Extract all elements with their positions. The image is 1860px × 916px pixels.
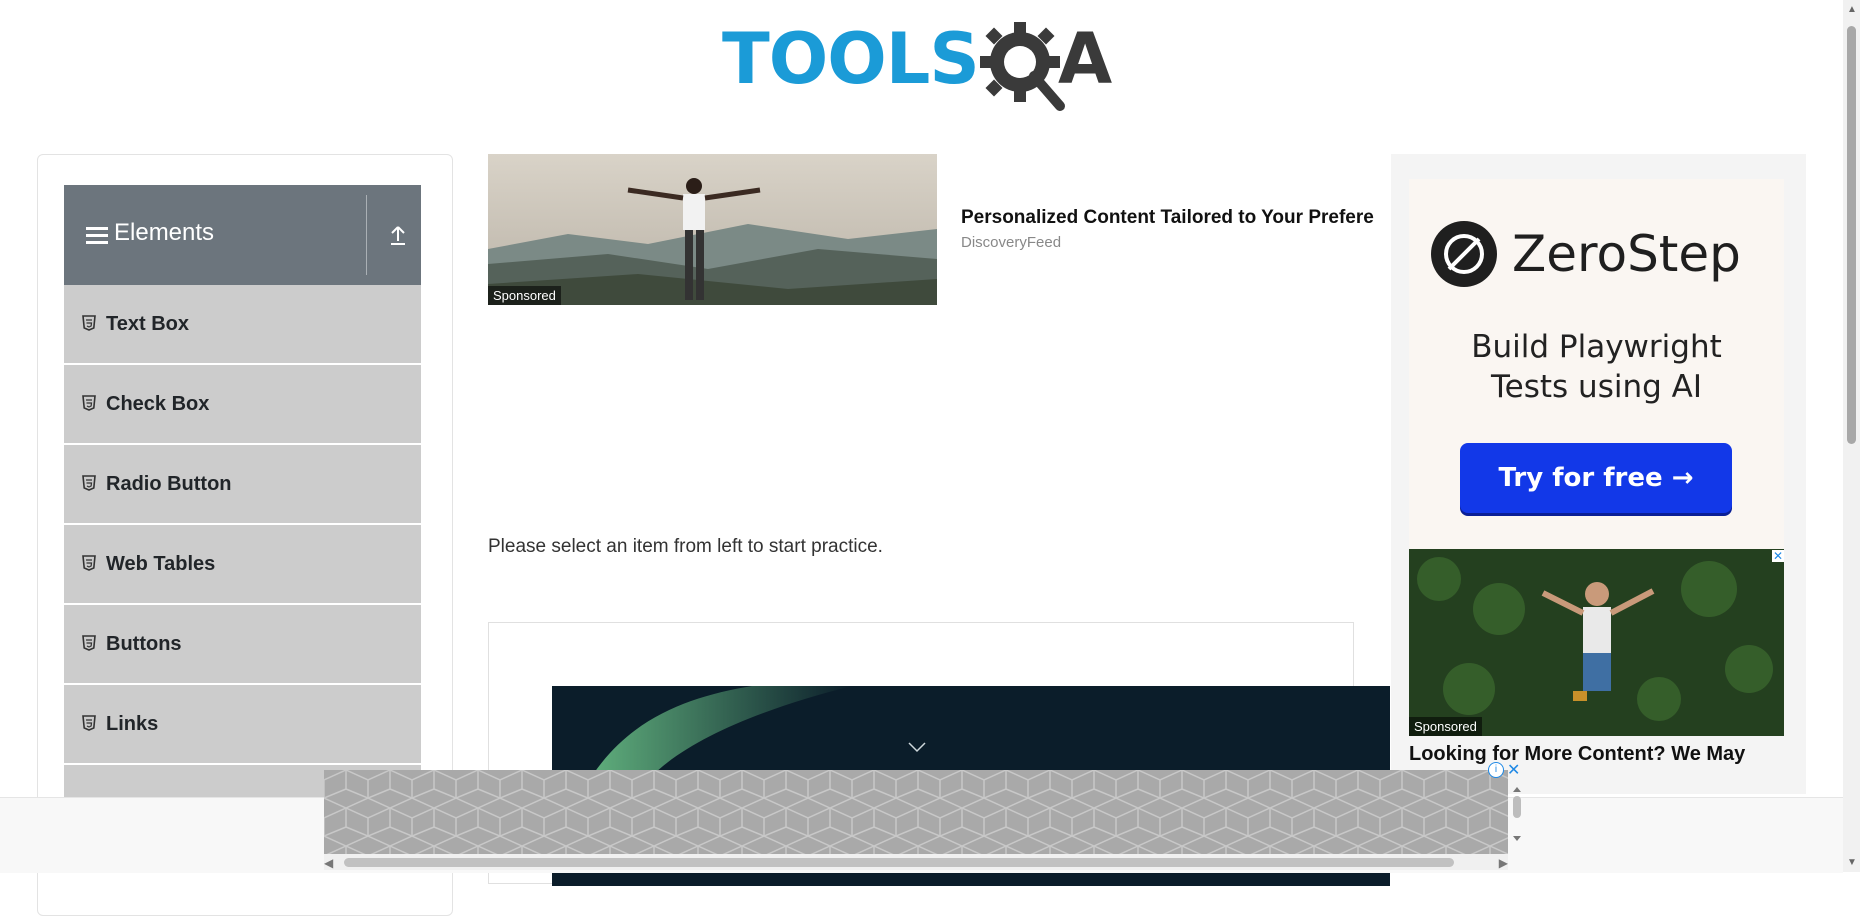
elements-group-header[interactable]: Elements	[64, 185, 421, 285]
sidebar-item-buttons[interactable]: Buttons	[64, 605, 421, 685]
gear-magnifier-icon	[980, 22, 1065, 111]
headline-line-2: Tests using AI	[1491, 369, 1702, 405]
practice-instruction: Please select an item from left to start…	[488, 536, 883, 557]
zerostep-ad[interactable]: ZeroStep Build Playwright Tests using AI…	[1409, 179, 1784, 549]
group-title: Elements	[114, 219, 215, 246]
html5-icon	[82, 315, 96, 331]
sidebar-item-text-box[interactable]: Text Box	[64, 285, 421, 365]
logo-text-tools: TOOLS	[722, 18, 980, 100]
try-for-free-button[interactable]: Try for free →	[1460, 443, 1732, 513]
sponsored-label: Sponsored	[1409, 717, 1482, 736]
sidebar-item-label: Buttons	[106, 633, 182, 655]
header-divider	[366, 195, 367, 275]
scroll-thumb[interactable]	[344, 858, 1454, 867]
logo-text-a: A	[1058, 18, 1113, 100]
bottom-ad-banner[interactable]	[324, 770, 1508, 854]
scroll-down-arrow-icon[interactable]: ▼	[1847, 857, 1857, 868]
sidebar-item-links[interactable]: Links	[64, 685, 421, 765]
sidebar-item-label: Web Tables	[106, 553, 216, 575]
sidebar-item-label: Text Box	[106, 313, 189, 335]
page-scrollbar[interactable]: ▲ ▼	[1843, 0, 1860, 872]
sidebar-item-radio-button[interactable]: Radio Button	[64, 445, 421, 525]
zerostep-logo-icon	[1431, 221, 1497, 287]
collapse-up-icon[interactable]	[386, 223, 410, 247]
ad-source: DiscoveryFeed	[961, 234, 1062, 251]
sidebar-item-label: Check Box	[106, 393, 210, 415]
sponsored-label: Sponsored	[488, 286, 561, 305]
hex-pattern	[324, 770, 1508, 854]
right-ad-image[interactable]: Sponsored	[1409, 549, 1784, 736]
html5-icon	[82, 395, 96, 411]
bottom-ad-horizontal-scrollbar[interactable]: ◀ ▶	[324, 854, 1508, 870]
page-scroll-thumb[interactable]	[1847, 26, 1856, 444]
chevron-down-icon[interactable]	[908, 741, 926, 753]
ad-close-icon[interactable]: ✕	[1772, 550, 1784, 562]
sidebar-item-label: Radio Button	[106, 473, 232, 495]
scroll-left-arrow-icon[interactable]: ◀	[324, 856, 333, 870]
html5-icon	[82, 715, 96, 731]
ad-info-icon[interactable]: i	[1488, 762, 1504, 778]
sidebar-item-web-tables[interactable]: Web Tables	[64, 525, 421, 605]
zerostep-headline: Build Playwright Tests using AI	[1409, 327, 1784, 407]
sidebar-item-check-box[interactable]: Check Box	[64, 365, 421, 445]
headline-line-1: Build Playwright	[1471, 329, 1722, 365]
html5-icon	[82, 635, 96, 651]
sponsored-ad-image[interactable]: Sponsored	[488, 154, 937, 305]
menu-icon	[86, 227, 108, 248]
scroll-right-arrow-icon[interactable]: ▶	[1499, 856, 1508, 870]
zerostep-brand: ZeroStep	[1512, 225, 1741, 283]
html5-icon	[82, 475, 96, 491]
ad-title[interactable]: Personalized Content Tailored to Your Pr…	[961, 207, 1391, 229]
html5-icon	[82, 555, 96, 571]
scroll-up-arrow-icon[interactable]: ▲	[1847, 4, 1857, 15]
bottom-ad-close-icon[interactable]: ✕	[1507, 760, 1520, 780]
sidebar-item-label: Links	[106, 713, 159, 735]
jumping-man-photo	[1409, 549, 1784, 736]
mountain-photo	[488, 154, 937, 305]
toolsqa-logo[interactable]: TOOLS A	[722, 18, 1124, 114]
bottom-ad-vertical-scrollbar[interactable]	[1510, 785, 1524, 843]
